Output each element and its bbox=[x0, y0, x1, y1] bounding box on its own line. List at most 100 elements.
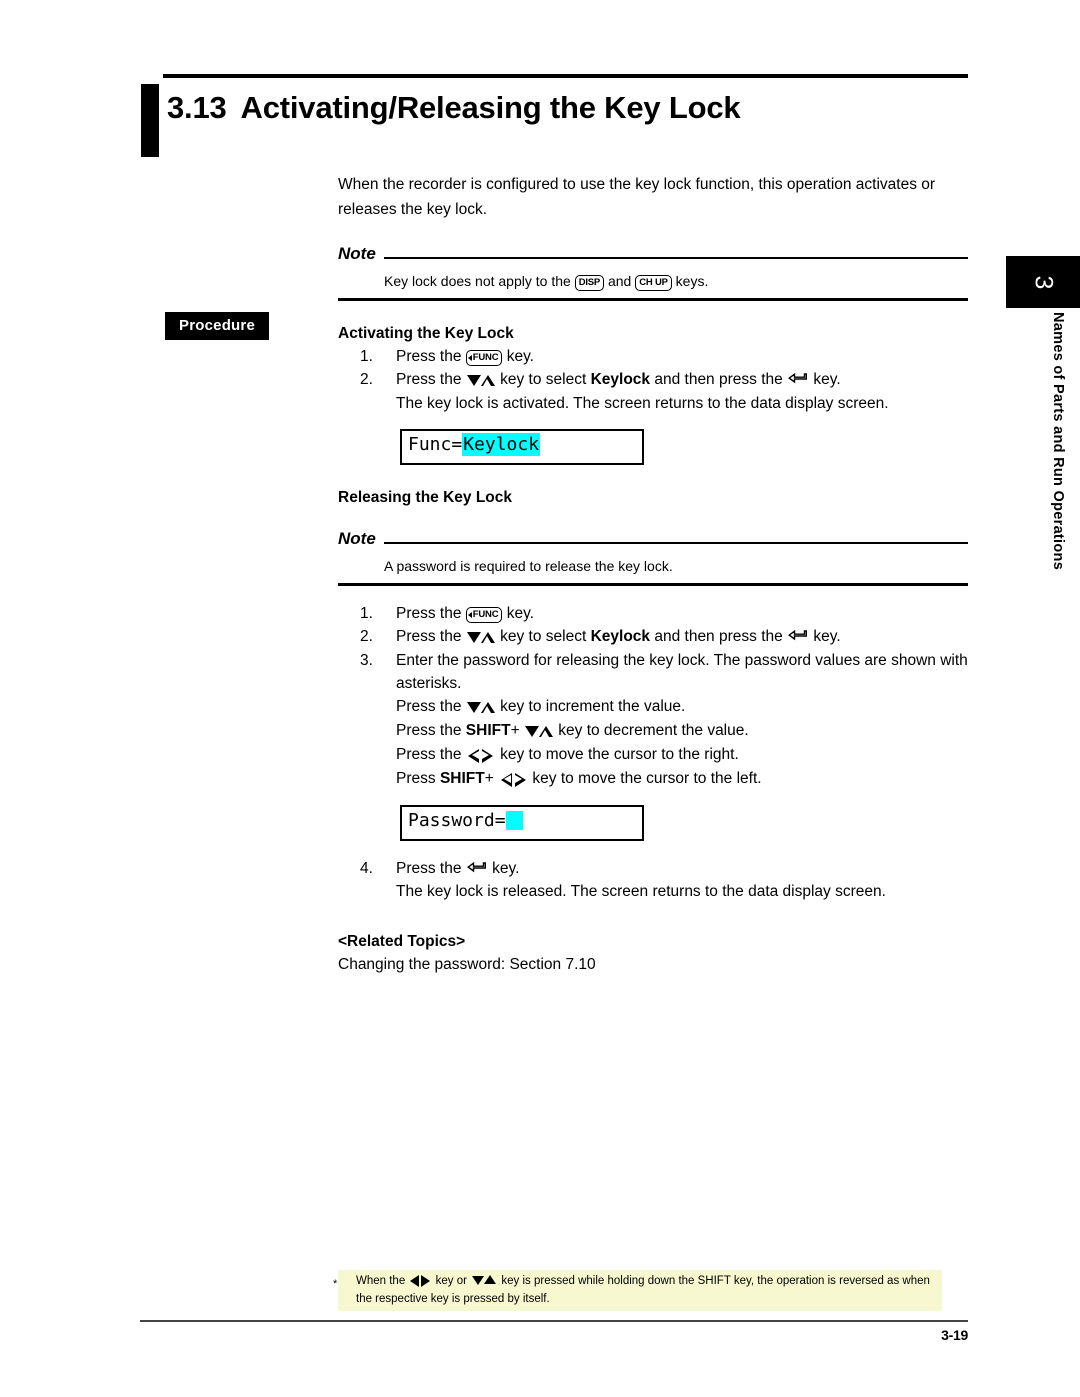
step-text: Enter the password for releasing the key… bbox=[396, 652, 968, 692]
section-number: 3.13 bbox=[167, 90, 227, 125]
step-sub-line: Press the SHIFT+ key to decrement the va… bbox=[338, 719, 968, 743]
lcd-highlighted-value: Keylock bbox=[462, 433, 541, 456]
step-text-mid1: key to select bbox=[500, 371, 587, 388]
note-text-after: keys. bbox=[675, 273, 709, 289]
step-text: Press the key. bbox=[396, 857, 968, 880]
enter-key-icon bbox=[788, 630, 808, 643]
step-number: 3. bbox=[360, 652, 373, 669]
sub-line-pre: Press the bbox=[396, 698, 462, 715]
step-text: Press the key to select Keylock and then… bbox=[396, 625, 968, 649]
func-key-icon: FUNC bbox=[465, 349, 503, 366]
shift-key-emphasis: SHIFT bbox=[465, 722, 511, 739]
step-sub-line: Press SHIFT+ key to move the cursor to t… bbox=[338, 767, 968, 791]
related-topics-heading: <Related Topics> bbox=[338, 933, 466, 950]
left-right-arrow-key-icon bbox=[467, 744, 495, 767]
step-text-mid2: and then press the bbox=[654, 371, 783, 388]
note-text-before: Key lock does not apply to the bbox=[384, 273, 571, 289]
step-text: Press the FUNC key. bbox=[396, 602, 968, 625]
shift-key-emphasis: SHIFT bbox=[439, 770, 485, 787]
footnote-text-b: key or bbox=[435, 1275, 467, 1287]
footer-rule bbox=[140, 1320, 968, 1322]
note-block-releasing: Note A password is required to release t… bbox=[338, 529, 968, 586]
step-text-pre: Press the bbox=[396, 628, 462, 645]
step-number: 2. bbox=[360, 628, 373, 645]
title-top-rule bbox=[163, 74, 968, 78]
keylock-emphasis: Keylock bbox=[590, 628, 651, 645]
up-down-arrow-key-icon bbox=[466, 369, 495, 392]
step-text-mid2: and then press the bbox=[654, 628, 783, 645]
enter-key-icon bbox=[466, 862, 487, 875]
chapter-number: 3 bbox=[1029, 275, 1058, 289]
step-text: Press the key to select Keylock and then… bbox=[396, 368, 968, 392]
step-number: 1. bbox=[360, 348, 373, 365]
step-text-post: key. bbox=[813, 371, 841, 388]
ch-up-key-icon: CH UP bbox=[635, 274, 672, 291]
sub-line-post: key to move the cursor to the left. bbox=[532, 770, 762, 787]
step-item: 1. Press the FUNC key. bbox=[338, 345, 968, 368]
sub-line-pre: Press the bbox=[396, 746, 462, 763]
left-right-arrow-key-icon bbox=[409, 1274, 431, 1291]
step-continuation: The key lock is released. The screen ret… bbox=[396, 883, 886, 900]
step-item: 1. Press the FUNC key. bbox=[338, 602, 968, 625]
note-label: Note bbox=[338, 529, 376, 548]
step-text-pre: Press the bbox=[396, 605, 462, 622]
keylock-emphasis: Keylock bbox=[590, 371, 651, 388]
func-key-label: FUNC bbox=[472, 352, 499, 363]
enter-key-icon bbox=[788, 373, 808, 386]
step-text-pre: Press the bbox=[396, 348, 462, 365]
note-body: Key lock does not apply to the DISP and … bbox=[338, 264, 968, 298]
sub-line-pre: Press the bbox=[396, 722, 462, 739]
lcd-display-func: Func=Keylock bbox=[400, 429, 644, 465]
main-content: When the recorder is configured to use t… bbox=[338, 172, 968, 977]
note-header: Note bbox=[338, 244, 968, 264]
related-topics-text: Changing the password: Section 7.10 bbox=[338, 956, 596, 973]
page-title: 3.13 Activating/Releasing the Key Lock bbox=[167, 90, 741, 126]
step-text-post: key. bbox=[506, 605, 534, 622]
releasing-heading: Releasing the Key Lock bbox=[338, 489, 513, 506]
step-text: Press the FUNC key. bbox=[396, 345, 968, 368]
step-sub-line: Press the key to increment the value. bbox=[338, 695, 968, 719]
step-text-mid1: key to select bbox=[500, 628, 587, 645]
chapter-title: Names of Parts and Run Operations bbox=[1050, 312, 1066, 571]
note-bottom-rule bbox=[338, 298, 968, 301]
step-continuation: The key lock is activated. The screen re… bbox=[396, 395, 889, 412]
note-label: Note bbox=[338, 244, 376, 263]
section-title: Activating/Releasing the Key Lock bbox=[240, 90, 741, 125]
step-item: 2. Press the key to select Keylock and t… bbox=[338, 625, 968, 649]
step-number: 4. bbox=[360, 860, 373, 877]
up-down-arrow-key-icon bbox=[466, 696, 495, 719]
step-item: 2. Press the key to select Keylock and t… bbox=[338, 368, 968, 392]
left-right-arrow-key-icon bbox=[499, 768, 527, 791]
func-key-icon: FUNC bbox=[465, 606, 503, 623]
step-text-pre: Press the bbox=[396, 371, 462, 388]
step-number: 2. bbox=[360, 371, 373, 388]
lcd-label: Func= bbox=[408, 434, 463, 455]
sub-line-post: key to move the cursor to the right. bbox=[500, 746, 739, 763]
page-number: 3-19 bbox=[941, 1327, 968, 1343]
title-left-bar bbox=[141, 84, 159, 157]
footnote-marker: * bbox=[333, 1278, 338, 1290]
lcd-cursor-block bbox=[505, 811, 523, 830]
func-key-label: FUNC bbox=[472, 609, 499, 620]
step-item: 3. Enter the password for releasing the … bbox=[338, 649, 968, 695]
step-text-pre: Press the bbox=[396, 860, 462, 877]
footnote: * When the key or key is pressed while h… bbox=[333, 1270, 942, 1311]
plus-sign: + bbox=[484, 770, 494, 787]
footnote-inner: * When the key or key is pressed while h… bbox=[333, 1273, 938, 1308]
disp-key-icon: DISP bbox=[574, 274, 605, 291]
activating-steps: 1. Press the FUNC key. 2. Press the key … bbox=[338, 345, 968, 415]
note-block-top: Note Key lock does not apply to the DISP… bbox=[338, 244, 968, 301]
activating-heading: Activating the Key Lock bbox=[338, 325, 514, 342]
note-header: Note bbox=[338, 529, 968, 549]
footnote-text-c: key is pressed while holding down the SH… bbox=[501, 1275, 836, 1287]
note-text-middle: and bbox=[607, 273, 632, 289]
step-item: 4. Press the key. bbox=[338, 857, 968, 880]
sub-line-post: key to decrement the value. bbox=[558, 722, 749, 739]
note-body: A password is required to release the ke… bbox=[384, 558, 673, 574]
note-bottom-rule bbox=[338, 583, 968, 586]
up-down-arrow-key-icon bbox=[524, 720, 553, 743]
step-number: 1. bbox=[360, 605, 373, 622]
up-down-arrow-key-icon bbox=[471, 1274, 497, 1291]
note-header-rule bbox=[383, 257, 968, 259]
chapter-tab: 3 bbox=[1006, 256, 1080, 308]
